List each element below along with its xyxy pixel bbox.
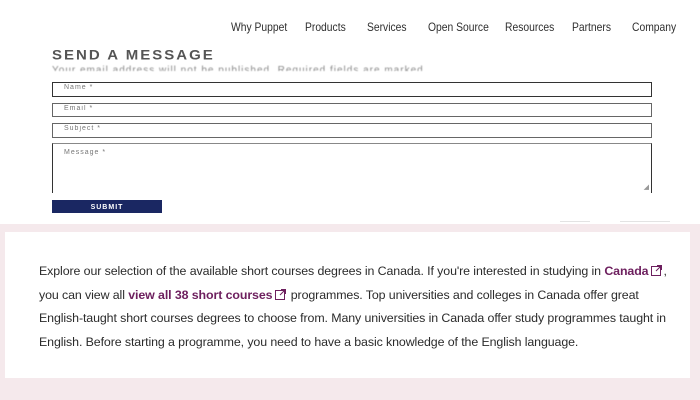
courses-section: Explore our selection of the available s… (0, 224, 700, 400)
divider (560, 221, 590, 222)
submit-button[interactable]: SUBMIT (52, 200, 162, 213)
nav-services[interactable]: Services (367, 20, 407, 34)
form-note: Your email address will not be published… (52, 65, 428, 71)
description-text: Explore our selection of the available s… (39, 264, 605, 278)
external-link-icon (651, 265, 663, 276)
nav-partners[interactable]: Partners (572, 20, 611, 34)
nav-open-source[interactable]: Open Source (428, 20, 489, 34)
contact-form: SEND A MESSAGE Your email address will n… (0, 44, 700, 224)
nav-why-puppet[interactable]: Why Puppet (231, 20, 287, 34)
name-field[interactable]: Name * (52, 82, 652, 97)
name-placeholder: Name * (64, 84, 94, 91)
email-field[interactable]: Email * (52, 103, 652, 117)
top-navigation: Why Puppet Products Services Open Source… (0, 0, 700, 46)
form-title: SEND A MESSAGE (52, 48, 215, 64)
subject-field[interactable]: Subject * (52, 123, 652, 138)
subject-placeholder: Subject * (64, 125, 102, 132)
nav-company[interactable]: Company (632, 20, 676, 34)
nav-products[interactable]: Products (305, 20, 346, 34)
message-field[interactable]: Message * ◢ (52, 143, 652, 193)
divider (620, 221, 670, 222)
external-link-icon (275, 288, 287, 300)
canada-link[interactable]: Canada (604, 264, 648, 278)
email-placeholder: Email * (64, 105, 94, 112)
nav-resources[interactable]: Resources (505, 20, 554, 34)
view-all-courses-link[interactable]: view all 38 short courses (128, 288, 272, 302)
message-placeholder: Message * (64, 149, 107, 156)
courses-card: Explore our selection of the available s… (5, 232, 690, 378)
resize-handle-icon[interactable]: ◢ (644, 183, 649, 191)
courses-description: Explore our selection of the available s… (39, 260, 679, 354)
